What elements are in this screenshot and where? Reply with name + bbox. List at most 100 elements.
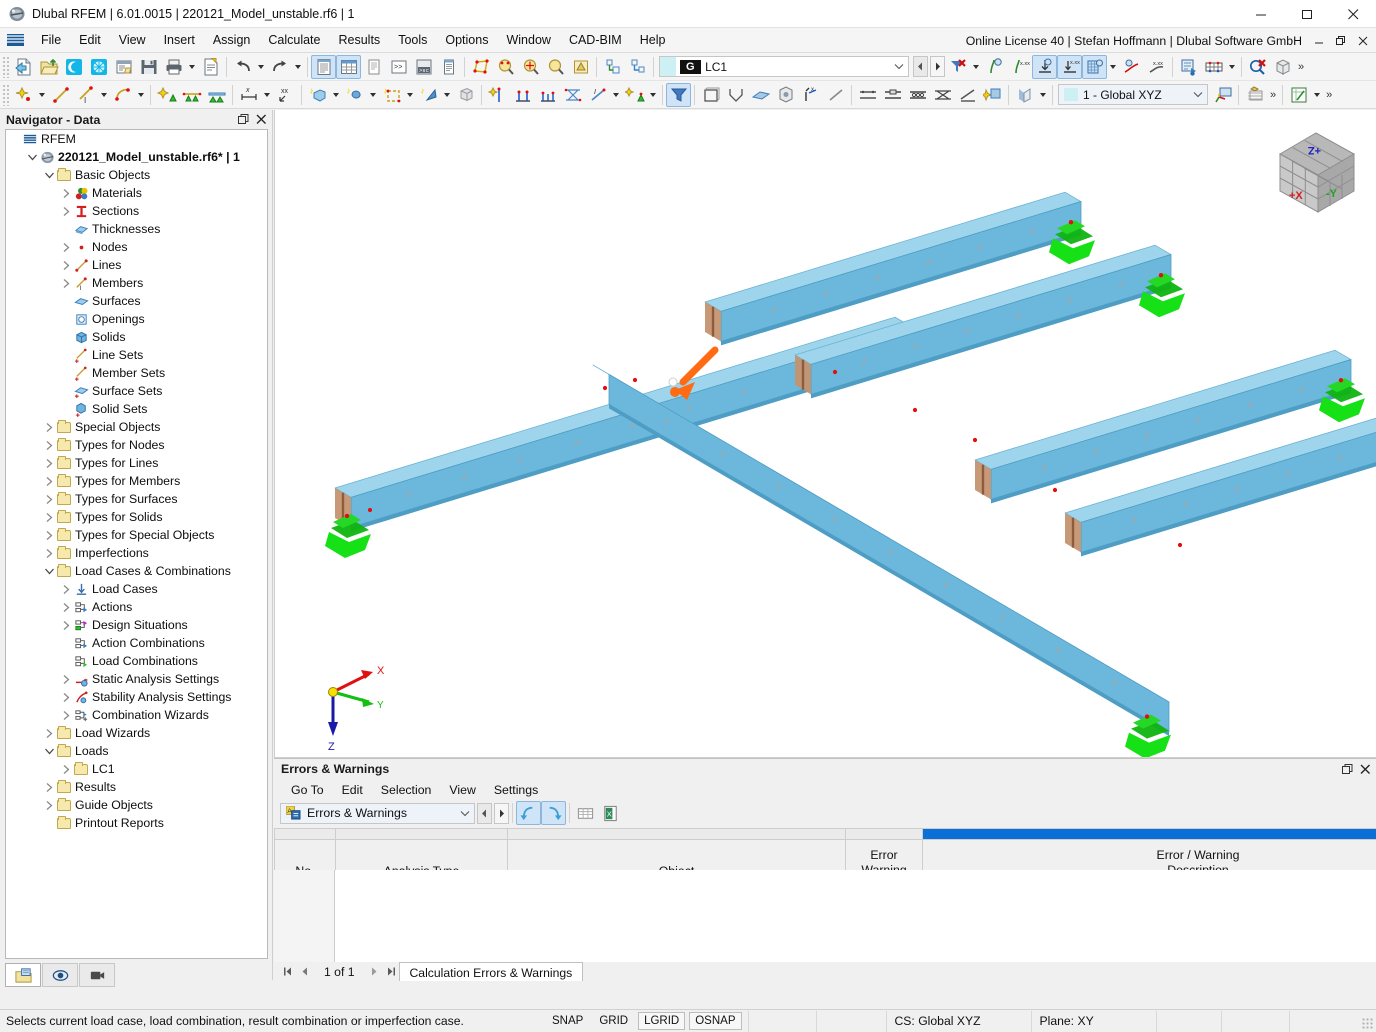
- support-type-4-button[interactable]: [930, 83, 955, 107]
- toolbar-table-button[interactable]: [361, 55, 386, 79]
- new-solid-button[interactable]: [305, 83, 330, 107]
- next-record-button[interactable]: [367, 963, 382, 980]
- tree-item-loads[interactable]: Loads: [6, 742, 267, 760]
- menu-edit[interactable]: Edit: [70, 30, 110, 50]
- minimize-button[interactable]: [1238, 0, 1284, 28]
- tree-item-load-cases[interactable]: Load Cases: [6, 580, 267, 598]
- tree-item-load-wizards[interactable]: Load Wizards: [6, 724, 267, 742]
- tree-item-openings[interactable]: Openings: [6, 310, 267, 328]
- tree-item-guide-objects[interactable]: Guide Objects: [6, 796, 267, 814]
- tree-item-surfaces[interactable]: Surfaces: [6, 292, 267, 310]
- tree-expander[interactable]: [42, 544, 56, 562]
- last-record-button[interactable]: [384, 963, 399, 980]
- tree-item-materials[interactable]: Materials: [6, 184, 267, 202]
- tree-item-nodes[interactable]: Nodes: [6, 238, 267, 256]
- text-annotation-button[interactable]: xx: [273, 83, 298, 107]
- chevron-down-icon[interactable]: [1189, 91, 1207, 98]
- info-panel-button[interactable]: [436, 55, 461, 79]
- delete-results-button[interactable]: [1245, 55, 1270, 79]
- tree-expander[interactable]: [42, 724, 56, 742]
- tree-item-types-for-special-objects[interactable]: Types for Special Objects: [6, 526, 267, 544]
- render-mode-button[interactable]: [568, 55, 593, 79]
- tree-expander[interactable]: [59, 706, 73, 724]
- shading-mode-button[interactable]: [1012, 83, 1037, 107]
- tree-expander[interactable]: [59, 202, 73, 220]
- solid-view-button[interactable]: [453, 83, 478, 107]
- tree-item-members[interactable]: IMembers: [6, 274, 267, 292]
- snap-toggle[interactable]: SNAP: [546, 1012, 589, 1030]
- close-button[interactable]: [1330, 0, 1376, 28]
- clear-results-button[interactable]: [945, 55, 970, 79]
- new-model-button[interactable]: [11, 55, 36, 79]
- tree-item-thicknesses[interactable]: Thicknesses: [6, 220, 267, 238]
- calculate-button[interactable]: [1176, 55, 1201, 79]
- toolbar-row2-overflow-button[interactable]: »: [1267, 89, 1279, 101]
- support-type-5-button[interactable]: [955, 83, 980, 107]
- errors-table-body-empty[interactable]: [274, 870, 1376, 962]
- menu-view[interactable]: View: [110, 30, 155, 50]
- tree-expander[interactable]: [59, 238, 73, 256]
- view-box-button[interactable]: [773, 83, 798, 107]
- deformation-values-button[interactable]: x.xx: [1057, 55, 1082, 79]
- window-resize-grip[interactable]: [1362, 1018, 1374, 1030]
- tree-item-types-for-surfaces[interactable]: Types for Surfaces: [6, 490, 267, 508]
- navigation-cube[interactable]: +X -Y +Z: [1262, 120, 1372, 225]
- script-button[interactable]: >sc: [411, 55, 436, 79]
- errors-menu-edit[interactable]: Edit: [333, 781, 372, 799]
- menu-cad-bim[interactable]: CAD-BIM: [560, 30, 631, 50]
- zoom-all-button[interactable]: [518, 55, 543, 79]
- project-manager-button[interactable]: [111, 55, 136, 79]
- undo-button[interactable]: [230, 55, 255, 79]
- view-perspective-button[interactable]: x: [798, 83, 823, 107]
- line-support-button[interactable]: [179, 83, 204, 107]
- undo-dropdown-arrow[interactable]: [255, 55, 267, 79]
- tree-item-actions[interactable]: Actions: [6, 598, 267, 616]
- tree-item-220121-model-unstable-rf6-1[interactable]: 220121_Model_unstable.rf6* | 1: [6, 148, 267, 166]
- chevron-down-icon[interactable]: [890, 63, 908, 70]
- new-node-button[interactable]: [11, 83, 36, 107]
- first-record-button[interactable]: [280, 963, 295, 980]
- menu-insert[interactable]: Insert: [155, 30, 204, 50]
- errors-table-selector[interactable]: A Errors & Warnings: [280, 803, 475, 824]
- lgrid-toggle[interactable]: LGRID: [638, 1012, 685, 1030]
- errors-menu-go-to[interactable]: Go To: [282, 781, 333, 799]
- new-opening-button[interactable]: [379, 83, 404, 107]
- new-member-dropdown-arrow[interactable]: [98, 83, 110, 107]
- support-type-1-button[interactable]: [855, 83, 880, 107]
- tree-item-design-situations[interactable]: Design Situations: [6, 616, 267, 634]
- view-isometric-button[interactable]: [723, 83, 748, 107]
- errors-menu-selection[interactable]: Selection: [372, 781, 441, 799]
- tree-item-solid-sets[interactable]: Solid Sets: [6, 400, 267, 418]
- result-diagram-dropdown-arrow[interactable]: [1107, 55, 1119, 79]
- tree-item-stability-analysis-settings[interactable]: Stability Analysis Settings: [6, 688, 267, 706]
- dimension-button[interactable]: x: [236, 83, 261, 107]
- load-case-combo[interactable]: G LC1: [659, 56, 909, 77]
- menu-options[interactable]: Options: [436, 30, 497, 50]
- fe-mesh-dropdown-arrow[interactable]: [1226, 55, 1238, 79]
- chevron-down-icon[interactable]: [456, 810, 474, 817]
- menu-window[interactable]: Window: [497, 30, 559, 50]
- model-viewport[interactable]: LC1: [274, 110, 1376, 758]
- new-opening-dropdown-arrow[interactable]: [404, 83, 416, 107]
- tree-expander[interactable]: [59, 598, 73, 616]
- float-panel-icon[interactable]: [234, 111, 252, 128]
- printout-report-button[interactable]: [198, 55, 223, 79]
- print-button[interactable]: [161, 55, 186, 79]
- menu-help[interactable]: Help: [631, 30, 675, 50]
- snap-settings-button[interactable]: [625, 55, 650, 79]
- mdi-restore-button[interactable]: [1330, 30, 1352, 51]
- filter-objects-button[interactable]: [666, 83, 691, 107]
- table-view-button[interactable]: [573, 801, 598, 825]
- export-excel-button[interactable]: X: [598, 801, 623, 825]
- maximize-button[interactable]: [1284, 0, 1330, 28]
- tree-item-sections[interactable]: Sections: [6, 202, 267, 220]
- tree-item-results[interactable]: Results: [6, 778, 267, 796]
- tree-expander[interactable]: [42, 778, 56, 796]
- redo-button[interactable]: [267, 55, 292, 79]
- open-model-button[interactable]: [36, 55, 61, 79]
- new-solid-dropdown-arrow[interactable]: [330, 83, 342, 107]
- navigator-toggle-button[interactable]: [311, 55, 336, 79]
- tree-item-surface-sets[interactable]: Surface Sets: [6, 382, 267, 400]
- tree-item-imperfections[interactable]: Imperfections: [6, 544, 267, 562]
- tree-item-types-for-lines[interactable]: Types for Lines: [6, 454, 267, 472]
